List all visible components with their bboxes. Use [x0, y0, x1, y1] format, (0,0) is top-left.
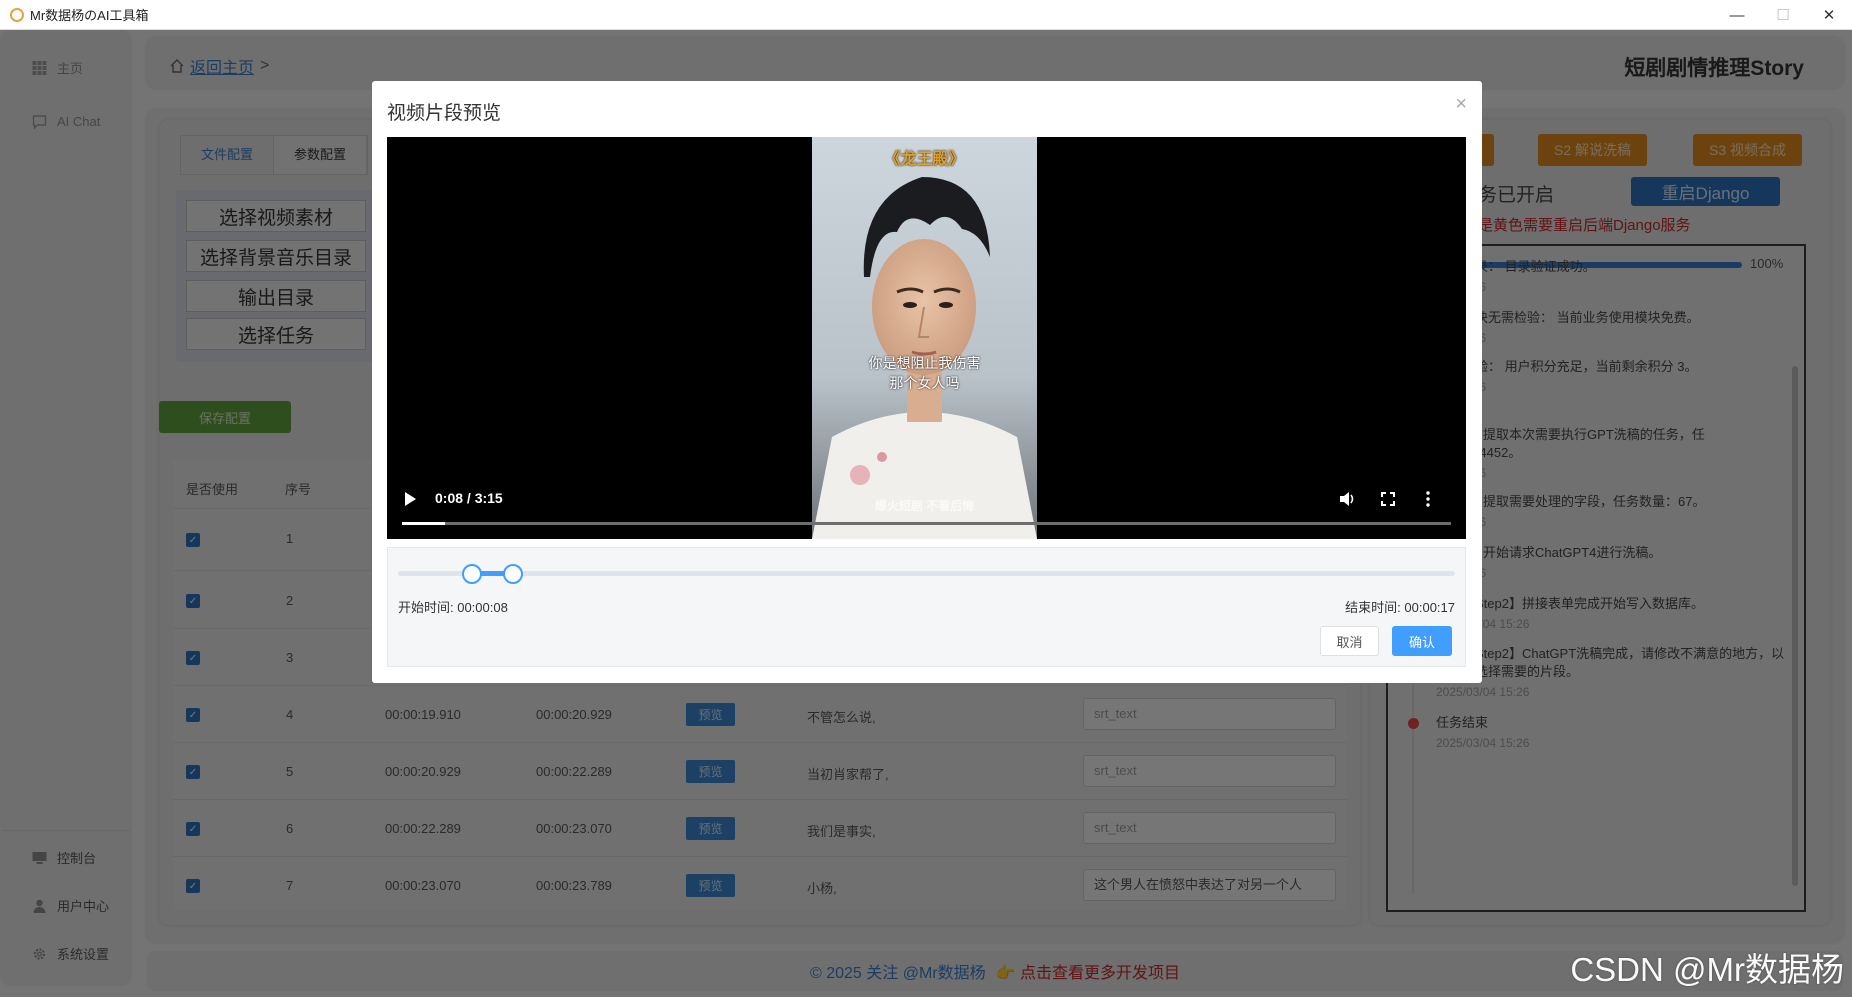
video-subtitle-line2: 那个女人吗	[889, 375, 960, 391]
range-end-handle[interactable]	[502, 564, 523, 584]
end-time-label: 结束时间: 00:00:17	[1345, 600, 1455, 615]
video-controls: 0:08 / 3:15	[387, 469, 1466, 539]
range-slider-track[interactable]	[398, 564, 1455, 584]
play-icon[interactable]	[405, 492, 416, 506]
video-preview-dialog: 视频片段预览 × 《龙王殿》 你是想阻止我伤害 那个女人吗 爆火短剧 不看后悔 …	[372, 81, 1482, 683]
range-start-handle[interactable]	[462, 564, 483, 584]
more-options-icon[interactable]	[1419, 490, 1437, 508]
fullscreen-icon[interactable]	[1379, 490, 1397, 508]
close-window-button[interactable]: ✕	[1806, 0, 1852, 30]
maximize-button[interactable]: ☐	[1760, 0, 1806, 30]
start-time-label: 开始时间: 00:00:08	[398, 600, 508, 615]
volume-icon[interactable]	[1338, 490, 1356, 508]
clip-range-panel: 开始时间: 00:00:08 结束时间: 00:00:17 取消 确认	[387, 547, 1466, 667]
watermark: CSDN @Mr数据杨	[1570, 951, 1844, 988]
confirm-button[interactable]: 确认	[1392, 626, 1452, 656]
video-seek-fill	[402, 522, 446, 525]
video-player[interactable]: 《龙王殿》 你是想阻止我伤害 那个女人吗 爆火短剧 不看后悔 0:08 / 3:…	[387, 137, 1466, 539]
dialog-title: 视频片段预览	[387, 103, 502, 124]
window-title: Mr数据杨のAI工具箱	[30, 8, 149, 23]
video-subtitle-line1: 你是想阻止我伤害	[868, 355, 981, 371]
dialog-close-icon[interactable]: ×	[1455, 93, 1467, 116]
window-titlebar: Mr数据杨のAI工具箱 — ☐ ✕	[0, 0, 1852, 30]
minimize-button[interactable]: —	[1714, 0, 1760, 30]
video-overlay-title: 《龙王殿》	[884, 151, 965, 168]
video-seek-bar[interactable]	[402, 522, 1451, 525]
video-subtitle: 你是想阻止我伤害 那个女人吗	[812, 353, 1037, 393]
app-logo-icon	[10, 7, 24, 22]
cancel-button[interactable]: 取消	[1320, 626, 1379, 656]
window-controls: — ☐ ✕	[1714, 0, 1852, 30]
video-time: 0:08 / 3:15	[435, 490, 503, 506]
